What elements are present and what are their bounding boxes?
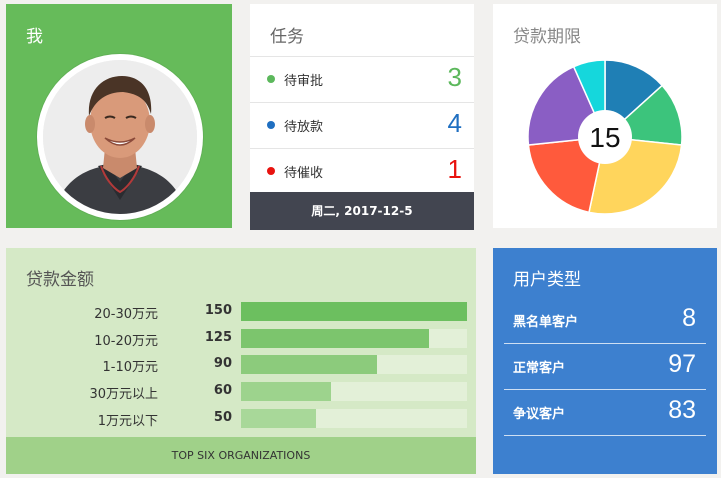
loan-amount-label: 1-10万元 [102,360,158,375]
profile-title: 我 [26,27,43,47]
user-type-card: 用户类型 黑名单客户 8 正常客户 97 争议客户 83 [493,248,717,474]
task-item-pending-disbursement[interactable]: 待放款 4 [250,102,474,148]
task-count: 4 [447,108,462,138]
loan-amount-value: 60 [213,383,232,398]
loan-term-pie-chart: 15 [527,59,683,215]
status-dot-icon [267,75,275,83]
task-label: 待审批 [284,74,324,89]
loan-amount-bar-track [241,355,467,374]
loan-term-card: 贷款期限 15 [493,4,717,228]
loan-amount-label: 30万元以上 [89,387,158,402]
loan-amount-footer: TOP SIX ORGANIZATIONS [6,437,476,474]
user-type-label: 正常客户 [513,361,566,376]
loan-amount-value: 50 [213,410,232,425]
loan-amount-label: 10-20万元 [94,334,158,349]
loan-amount-row[interactable]: 1万元以下 50 [6,408,476,430]
pie-center-value: 15 [589,122,620,153]
task-label: 待放款 [284,120,324,135]
avatar-image [43,60,197,214]
avatar[interactable] [37,54,203,220]
user-type-count: 8 [682,304,696,332]
user-type-label: 争议客户 [513,407,566,422]
loan-amount-bar [241,355,377,374]
loan-amount-label: 1万元以下 [97,414,158,429]
tasks-title: 任务 [270,27,304,47]
status-dot-icon [267,121,275,129]
user-type-blacklist[interactable]: 黑名单客户 8 [504,297,706,344]
loan-amount-value: 125 [204,330,232,345]
loan-amount-value: 150 [204,303,232,318]
task-count: 1 [447,154,462,184]
loan-amount-row[interactable]: 1-10万元 90 [6,354,476,376]
task-count: 3 [447,62,462,92]
loan-amount-row[interactable]: 20-30万元 150 [6,301,476,323]
user-type-count: 97 [668,350,696,378]
loan-amount-bar-track [241,382,467,401]
loan-amount-bar-track [241,302,467,321]
task-item-pending-approval[interactable]: 待审批 3 [250,56,474,102]
task-label: 待催收 [284,166,324,181]
task-item-pending-collection[interactable]: 待催收 1 [250,148,474,194]
user-type-count: 83 [668,396,696,424]
loan-amount-bar-track [241,409,467,428]
tasks-card: 任务 待审批 3 待放款 4 待催收 1 周二, 2017-12-5 [250,4,474,230]
loan-amount-card: 贷款金额 20-30万元 150 10-20万元 125 1-10万元 90 30万元以上 6… [6,248,476,474]
loan-amount-bar [241,329,430,348]
date-bar: 周二, 2017-12-5 [250,192,474,230]
loan-amount-bar [241,302,467,321]
loan-amount-label: 20-30万元 [94,307,158,322]
loan-amount-bar [241,382,332,401]
loan-amount-row[interactable]: 30万元以上 60 [6,381,476,403]
loan-amount-value: 90 [213,356,232,371]
loan-amount-row[interactable]: 10-20万元 125 [6,328,476,350]
status-dot-icon [267,167,275,175]
profile-card: 我 [6,4,232,228]
user-type-title: 用户类型 [513,270,581,290]
loan-amount-title: 贷款金额 [26,270,94,290]
user-type-disputed[interactable]: 争议客户 83 [504,389,706,436]
user-type-label: 黑名单客户 [513,315,579,330]
loan-amount-bar-track [241,329,467,348]
user-type-normal[interactable]: 正常客户 97 [504,343,706,390]
loan-amount-bar [241,409,317,428]
